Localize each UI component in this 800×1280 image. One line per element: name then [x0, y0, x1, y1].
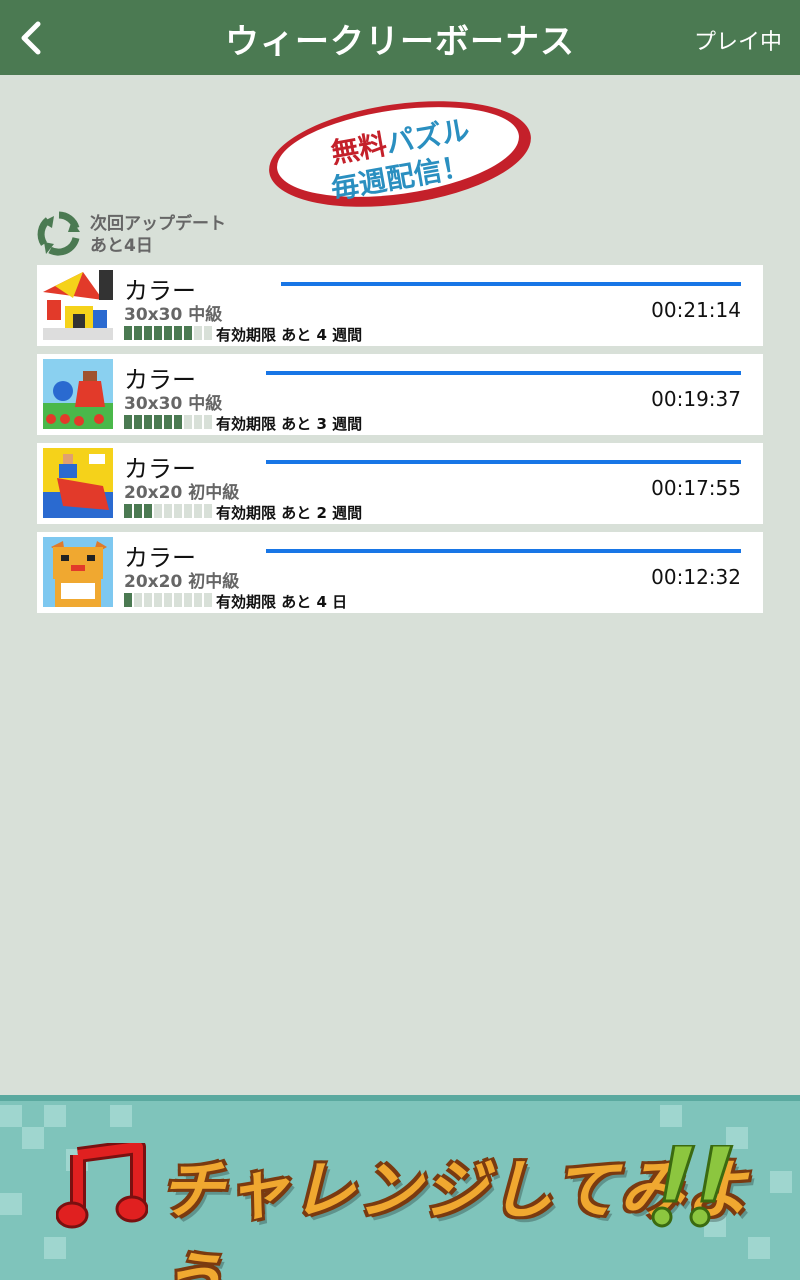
puzzle-thumbnail-girl-watering — [43, 359, 113, 429]
difficulty-segment — [184, 504, 192, 518]
difficulty-segment — [174, 326, 182, 340]
puzzle-size-level: 30x30 中級 — [124, 394, 223, 414]
refresh-icon — [37, 211, 80, 256]
next-update-info: 次回アップデート あと4日 — [90, 213, 226, 257]
difficulty-segment — [204, 326, 212, 340]
page-title: ウィークリーボーナス — [225, 22, 575, 62]
difficulty-segment — [174, 415, 182, 429]
progress-line — [266, 460, 741, 464]
difficulty-segment — [194, 593, 202, 607]
difficulty-meter — [124, 504, 212, 518]
difficulty-segment — [184, 415, 192, 429]
next-update-label: 次回アップデート — [90, 214, 226, 234]
difficulty-segment — [204, 504, 212, 518]
app-header: ウィークリーボーナス プレイ中 — [0, 0, 800, 75]
difficulty-segment — [144, 504, 152, 518]
next-update-days: あと4日 — [90, 236, 153, 256]
puzzle-expiry: 有効期限 あと 2 週間 — [216, 504, 363, 522]
puzzle-size-level: 20x20 初中級 — [124, 483, 240, 503]
difficulty-meter — [124, 415, 212, 429]
puzzle-size-level: 20x20 初中級 — [124, 572, 240, 592]
puzzle-time: 00:12:32 — [651, 565, 741, 589]
difficulty-meter — [124, 326, 212, 340]
difficulty-segment — [184, 326, 192, 340]
puzzle-time: 00:17:55 — [651, 476, 741, 500]
exclamation-icon — [651, 1145, 734, 1228]
difficulty-segment — [124, 504, 132, 518]
puzzle-thumbnail-flamenco — [43, 448, 113, 518]
difficulty-segment — [204, 593, 212, 607]
difficulty-segment — [144, 593, 152, 607]
music-note-icon — [56, 1143, 148, 1229]
difficulty-segment — [134, 415, 142, 429]
puzzle-expiry: 有効期限 あと 4 日 — [216, 593, 348, 611]
progress-line — [266, 371, 741, 375]
difficulty-segment — [194, 415, 202, 429]
difficulty-segment — [204, 415, 212, 429]
puzzle-card[interactable]: カラー 30x30 中級 00:21:14 有効期限 あと 4 週間 — [37, 265, 763, 346]
difficulty-segment — [124, 415, 132, 429]
difficulty-segment — [144, 415, 152, 429]
difficulty-segment — [184, 593, 192, 607]
difficulty-segment — [154, 415, 162, 429]
puzzle-list: カラー 30x30 中級 00:21:14 有効期限 あと 4 週間 カラー 3… — [37, 265, 763, 621]
puzzle-card[interactable]: カラー 30x30 中級 00:19:37 有効期限 あと 3 週間 — [37, 354, 763, 435]
progress-line — [266, 549, 741, 553]
difficulty-segment — [174, 504, 182, 518]
challenge-banner[interactable]: チャレンジしてみよう — [0, 1095, 800, 1280]
difficulty-segment — [164, 326, 172, 340]
puzzle-thumbnail-lucky-cat — [43, 537, 113, 607]
difficulty-segment — [174, 593, 182, 607]
difficulty-segment — [164, 415, 172, 429]
difficulty-segment — [154, 326, 162, 340]
puzzle-expiry: 有効期限 あと 3 週間 — [216, 415, 363, 433]
difficulty-segment — [194, 504, 202, 518]
difficulty-segment — [194, 326, 202, 340]
difficulty-segment — [124, 326, 132, 340]
puzzle-thumbnail-beach-umbrella — [43, 270, 113, 340]
puzzle-card[interactable]: カラー 20x20 初中級 00:17:55 有効期限 あと 2 週間 — [37, 443, 763, 524]
difficulty-meter — [124, 593, 212, 607]
playing-button[interactable]: プレイ中 — [694, 24, 782, 56]
free-puzzle-badge: 無料パズル 毎週配信！ — [262, 94, 538, 212]
difficulty-segment — [134, 593, 142, 607]
difficulty-segment — [134, 504, 142, 518]
difficulty-segment — [124, 593, 132, 607]
difficulty-segment — [134, 326, 142, 340]
puzzle-time: 00:21:14 — [651, 298, 741, 322]
puzzle-size-level: 30x30 中級 — [124, 305, 223, 325]
puzzle-time: 00:19:37 — [651, 387, 741, 411]
progress-line — [281, 282, 741, 286]
difficulty-segment — [164, 593, 172, 607]
difficulty-segment — [164, 504, 172, 518]
puzzle-card[interactable]: カラー 20x20 初中級 00:12:32 有効期限 あと 4 日 — [37, 532, 763, 613]
difficulty-segment — [154, 504, 162, 518]
difficulty-segment — [154, 593, 162, 607]
difficulty-segment — [144, 326, 152, 340]
puzzle-expiry: 有効期限 あと 4 週間 — [216, 326, 363, 344]
